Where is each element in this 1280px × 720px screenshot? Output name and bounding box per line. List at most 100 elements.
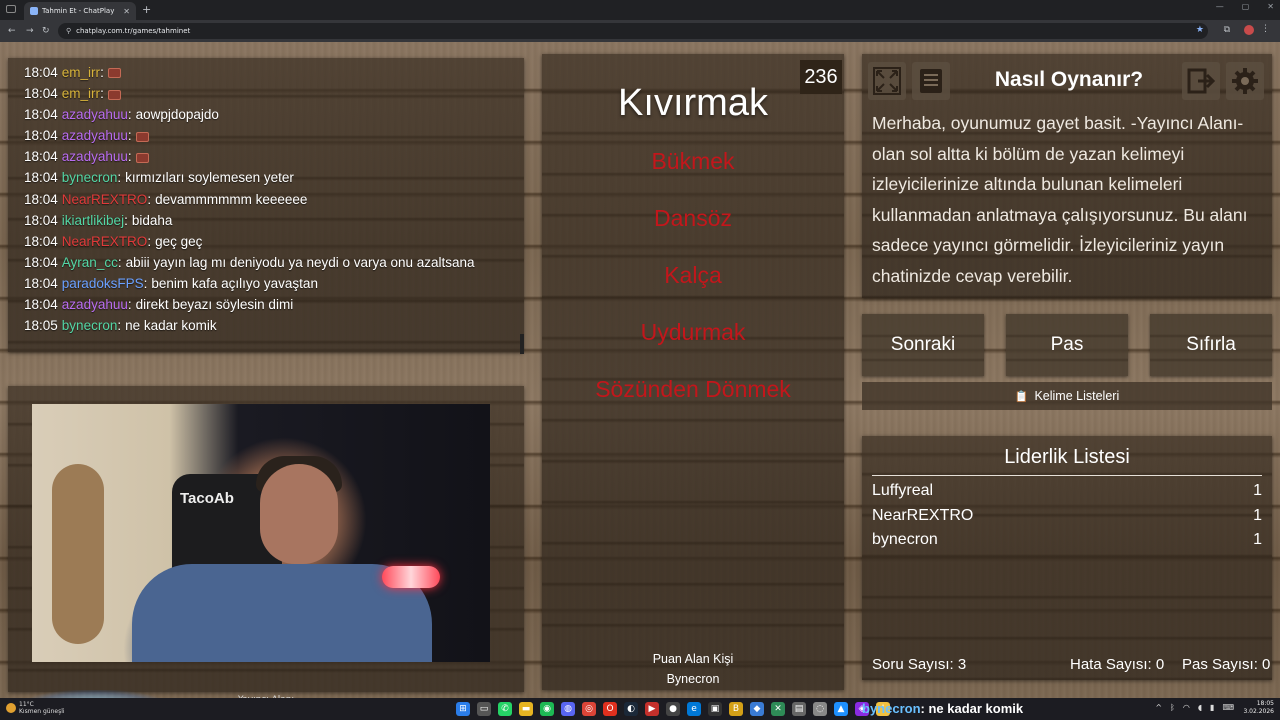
- error-count: Hata Sayısı: 0: [1070, 656, 1165, 673]
- chat-text: aowpjdopajdo: [135, 107, 219, 123]
- extensions-icon[interactable]: ⧉: [1224, 25, 1230, 35]
- chat-username[interactable]: NearREXTRO: [62, 234, 148, 249]
- app-icon[interactable]: ✕: [771, 702, 785, 716]
- chat-username[interactable]: azadyahuu: [62, 128, 128, 143]
- chat-message: 18:04 azadyahuu: aowpjdopajdo: [24, 104, 475, 125]
- chat-username[interactable]: Ayran_cc: [62, 255, 118, 270]
- chat-text: benim kafa açılıyo yavaştan: [151, 275, 318, 291]
- chat-username[interactable]: em_irr: [62, 65, 100, 80]
- chat-username[interactable]: em_irr: [62, 86, 100, 101]
- chat-emote-icon: [135, 152, 149, 163]
- word-lists-label: Kelime Listeleri: [1034, 389, 1120, 403]
- forbidden-word: Sözünden Dönmek: [595, 376, 791, 402]
- chat-text: devammmmmm keeeeee: [155, 191, 308, 207]
- maximize-icon[interactable]: ▢: [1242, 2, 1250, 11]
- chat-emote-icon: [107, 68, 121, 79]
- chat-emote-icon: [107, 89, 121, 100]
- chat-message: 18:04 azadyahuu:: [24, 146, 475, 167]
- browser-tab[interactable]: Tahmin Et - ChatPlay ✕: [24, 2, 136, 20]
- chrome-icon[interactable]: ◎: [582, 702, 596, 716]
- bluetooth-icon[interactable]: ᛒ: [1170, 703, 1175, 712]
- app-icon[interactable]: B: [729, 702, 743, 716]
- app-icon[interactable]: ◆: [750, 702, 764, 716]
- pass-button[interactable]: Pas: [1006, 314, 1128, 376]
- edge-icon[interactable]: e: [687, 702, 701, 716]
- forbidden-word: Kalça: [664, 262, 722, 288]
- chat-username[interactable]: ikiartlikibej: [62, 213, 124, 228]
- next-button[interactable]: Sonraki: [862, 314, 984, 376]
- fullscreen-button[interactable]: [868, 62, 906, 100]
- chat-timestamp: 18:04: [24, 65, 58, 80]
- forbidden-word: Bükmek: [651, 148, 735, 174]
- browser-menu-icon[interactable]: ⋮: [1261, 24, 1270, 34]
- chat-username[interactable]: NearREXTRO: [62, 192, 148, 207]
- favicon-icon: [30, 7, 38, 15]
- spotify-icon[interactable]: ◉: [540, 702, 554, 716]
- discord-icon[interactable]: ◍: [561, 702, 575, 716]
- settings-button[interactable]: [1226, 62, 1264, 100]
- app-icon[interactable]: ◌: [813, 702, 827, 716]
- streamer-area-panel: TacoAb Yayıncı Alanı: [8, 386, 524, 720]
- chat-username[interactable]: azadyahuu: [62, 297, 128, 312]
- chat-separator: :: [147, 191, 152, 207]
- chat-message: 18:04 NearREXTRO: devammmmmm keeeeee: [24, 189, 475, 210]
- player-name: bynecron: [872, 531, 938, 548]
- chat-text: kırmızıları soylemesen yeter: [125, 170, 294, 186]
- obs-icon[interactable]: ●: [666, 702, 680, 716]
- start-icon[interactable]: ⊞: [456, 702, 470, 716]
- chat-username[interactable]: bynecron: [62, 318, 118, 333]
- chat-username[interactable]: bynecron: [62, 170, 118, 185]
- scorer-label: Puan Alan Kişi: [652, 652, 734, 666]
- rules-button[interactable]: [912, 62, 950, 100]
- chat-resize-handle[interactable]: [520, 334, 524, 354]
- language-icon[interactable]: ⌨: [1222, 703, 1234, 712]
- file-explorer-icon[interactable]: ▬: [519, 702, 533, 716]
- word-lists-button[interactable]: 📋 Kelime Listeleri: [862, 382, 1272, 410]
- chat-separator: :: [143, 275, 148, 291]
- chat-separator: :: [147, 233, 152, 249]
- network-icon[interactable]: ◠: [1183, 703, 1190, 712]
- chat-text: direkt beyazı söylesin dimi: [135, 297, 294, 313]
- chat-message: 18:04 azadyahuu:: [24, 125, 475, 146]
- chat-username[interactable]: azadyahuu: [62, 149, 128, 164]
- close-window-icon[interactable]: ✕: [1267, 2, 1274, 11]
- exit-button[interactable]: [1182, 62, 1220, 100]
- task-view-icon[interactable]: ▭: [477, 702, 491, 716]
- weather-temp: 11°C: [19, 701, 34, 708]
- volume-icon[interactable]: ◖: [1198, 703, 1202, 712]
- weather-widget[interactable]: 11°C Kısmen güneşli: [6, 701, 65, 715]
- steam-icon[interactable]: ◐: [624, 702, 638, 716]
- weather-icon: [6, 703, 16, 713]
- url-field[interactable]: ⚲ chatplay.com.tr/games/tahminet: [58, 23, 1208, 39]
- site-info-icon[interactable]: ⚲: [66, 27, 71, 35]
- chat-message: 18:04 azadyahuu: direkt beyazı söylesin di…: [24, 294, 475, 315]
- chat-timestamp: 18:04: [24, 191, 58, 207]
- chat-text: geç geç: [155, 233, 203, 249]
- chat-username[interactable]: paradoksFPS: [62, 276, 144, 291]
- streamer-head: [260, 464, 338, 564]
- minimize-icon[interactable]: —: [1216, 2, 1224, 11]
- chat-username[interactable]: azadyahuu: [62, 107, 128, 122]
- target-word: Kıvırmak: [618, 82, 768, 124]
- new-tab-icon[interactable]: +: [142, 3, 151, 16]
- leaderboard-row: NearREXTRO 1: [872, 504, 1262, 529]
- forbidden-word: Uydurmak: [640, 319, 746, 345]
- opera-icon[interactable]: O: [603, 702, 617, 716]
- app-icon[interactable]: ▶: [645, 702, 659, 716]
- app-icon[interactable]: ▲: [834, 702, 848, 716]
- microphone-icon[interactable]: ▮: [1210, 703, 1214, 712]
- reload-icon[interactable]: ↻: [42, 26, 50, 36]
- system-clock[interactable]: 18:05 3.02.2026: [1243, 700, 1274, 716]
- app-icon[interactable]: ▣: [708, 702, 722, 716]
- app-icon[interactable]: ▤: [792, 702, 806, 716]
- webcam-feed: TacoAb: [32, 404, 490, 662]
- tray-chevron-icon[interactable]: ^: [1155, 703, 1162, 712]
- reset-button[interactable]: Sıfırla: [1150, 314, 1272, 376]
- tab-actions-icon[interactable]: [6, 5, 16, 13]
- whatsapp-icon[interactable]: ✆: [498, 702, 512, 716]
- profile-avatar[interactable]: [1244, 25, 1254, 35]
- close-tab-icon[interactable]: ✕: [123, 7, 130, 16]
- back-icon[interactable]: ←: [8, 26, 16, 36]
- forward-icon[interactable]: →: [26, 26, 34, 36]
- bookmark-star-icon[interactable]: ★: [1196, 25, 1204, 35]
